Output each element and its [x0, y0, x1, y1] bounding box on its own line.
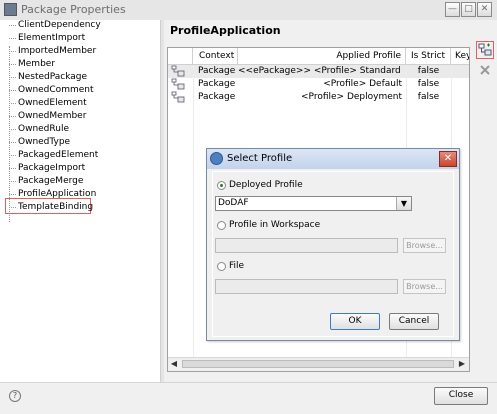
col-header-blank [168, 48, 193, 65]
file-browse-button[interactable]: Browse... [403, 279, 446, 294]
tree-item-clientdependency[interactable]: ClientDependency [18, 20, 101, 30]
close-window-button[interactable]: ✕ [477, 2, 492, 17]
row-is-strict: false [417, 79, 440, 89]
tree-branch [9, 181, 16, 182]
deployed-profile-value: DoDAF [218, 198, 249, 208]
remove-icon [480, 65, 490, 75]
workspace-profile-label: Profile in Workspace [229, 220, 321, 230]
close-button[interactable]: Close [434, 387, 488, 405]
add-profile-icon [478, 43, 492, 56]
scroll-thumb[interactable] [182, 360, 454, 368]
tree-item-elementimport[interactable]: ElementImport [18, 33, 85, 43]
row-context: Package [198, 92, 236, 102]
add-profile-button[interactable] [476, 41, 494, 59]
deployed-profile-radio[interactable] [217, 181, 226, 190]
tree-branch [9, 90, 16, 91]
workspace-profile-field[interactable] [215, 238, 398, 253]
help-icon[interactable]: ? [9, 390, 21, 402]
col-header-keywords[interactable]: Keyw [451, 48, 469, 65]
column-divider [193, 65, 194, 365]
row-is-strict: false [417, 92, 440, 102]
row-context: Package [198, 66, 236, 76]
cancel-button[interactable]: Cancel [389, 313, 439, 330]
row-applied-profile: <Profile> Default [323, 79, 402, 89]
tree-item-profileapplication[interactable]: ProfileApplication [18, 189, 96, 199]
tree-item-packagemerge[interactable]: PackageMerge [18, 176, 83, 186]
col-header-is-strict[interactable]: Is Strict [406, 48, 451, 65]
tree-branch [9, 25, 16, 26]
tree-branch [9, 194, 16, 195]
tree-item-templatebinding[interactable]: TemplateBinding [18, 202, 93, 212]
tree-item-member[interactable]: Member [18, 59, 55, 69]
tree-item-packagedelement[interactable]: PackagedElement [18, 150, 98, 160]
feature-list: ClientDependency ElementImport ImportedM… [0, 20, 160, 382]
workspace-profile-radio[interactable] [217, 221, 226, 230]
workspace-browse-button[interactable]: Browse... [403, 238, 446, 253]
horizontal-scrollbar[interactable]: ◀ ▶ [168, 357, 469, 371]
chevron-down-icon[interactable]: ▼ [396, 197, 411, 210]
minimize-button[interactable]: — [445, 2, 460, 17]
tree-item-ownedmember[interactable]: OwnedMember [18, 111, 86, 121]
tree-item-nestedpackage[interactable]: NestedPackage [18, 72, 87, 82]
tree-branch [9, 207, 16, 208]
tree-branch [9, 103, 16, 104]
scroll-right-icon[interactable]: ▶ [456, 358, 468, 370]
maximize-button[interactable]: □ [461, 2, 476, 17]
row-applied-profile: <<ePackage>> <Profile> Standard Profile [238, 66, 402, 76]
deployed-profile-select[interactable]: DoDAF ▼ [215, 196, 412, 211]
tree-item-ownedrule[interactable]: OwnedRule [18, 124, 69, 134]
tree-item-ownedelement[interactable]: OwnedElement [18, 98, 87, 108]
tree-branch [9, 116, 16, 117]
tree-item-ownedtype[interactable]: OwnedType [18, 137, 70, 147]
tree-branch [9, 168, 16, 169]
tree-branch [9, 142, 16, 143]
tree-connector [9, 46, 10, 222]
tree-item-packageimport[interactable]: PackageImport [18, 163, 85, 173]
row-applied-profile: <Profile> Deployment [301, 92, 402, 102]
file-label: File [229, 261, 245, 271]
remove-profile-button[interactable] [478, 63, 496, 81]
tree-item-ownedcomment[interactable]: OwnedComment [18, 85, 94, 95]
tree-branch [9, 64, 16, 65]
dialog-title-bar: Select Profile ✕ [207, 149, 459, 169]
tree-item-importedmember[interactable]: ImportedMember [18, 46, 96, 56]
window-title: Package Properties [21, 3, 126, 16]
col-header-context[interactable]: Context [193, 48, 238, 65]
file-radio[interactable] [217, 262, 226, 271]
app-icon [4, 3, 17, 16]
profile-application-icon [171, 65, 185, 77]
deployed-profile-label: Deployed Profile [229, 180, 303, 190]
col-header-applied-profile[interactable]: Applied Profile [238, 48, 406, 65]
title-bar: Package Properties — □ ✕ [0, 0, 497, 21]
scroll-left-icon[interactable]: ◀ [168, 358, 180, 370]
profile-application-icon [171, 91, 185, 103]
tree-branch [9, 155, 16, 156]
dialog-app-icon [210, 152, 223, 165]
footer-bar [0, 382, 497, 414]
row-context: Package [198, 79, 236, 89]
panel-title: ProfileApplication [170, 24, 281, 37]
tree-branch [9, 38, 16, 39]
row-is-strict: false [417, 66, 440, 76]
ok-button[interactable]: OK [330, 313, 380, 330]
tree-branch [9, 51, 16, 52]
tree-branch [9, 129, 16, 130]
dialog-close-button[interactable]: ✕ [439, 151, 457, 167]
dialog-title: Select Profile [227, 153, 293, 164]
tree-branch [9, 77, 16, 78]
file-field[interactable] [215, 279, 398, 294]
profile-application-icon [171, 78, 185, 90]
